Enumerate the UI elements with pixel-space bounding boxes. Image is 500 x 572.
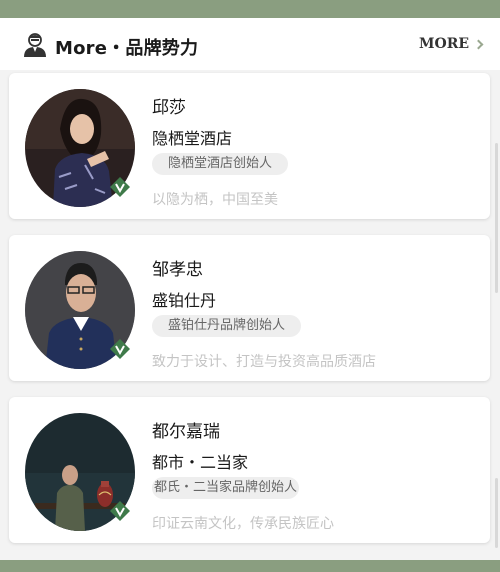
brand-card[interactable]: 邹孝忠 盛铂仕丹 盛铂仕丹品牌创始人 致力于设计、打造与投资高品质酒店 [9, 235, 490, 381]
company-name: 都市・二当家 [152, 453, 249, 472]
person-name: 邹孝忠 [152, 260, 203, 280]
verified-v-icon [109, 338, 131, 360]
brand-card[interactable]: 都尔嘉瑞 都市・二当家 都氏・二当家品牌创始人 印证云南文化，传承民族匠心 [9, 397, 490, 543]
scrollbar-lower[interactable] [495, 478, 498, 548]
section-header: More・品牌势力 MORE [0, 18, 500, 70]
scrollbar[interactable] [495, 143, 498, 293]
role-badge: 盛铂仕丹品牌创始人 [152, 315, 302, 337]
section-title: More・品牌势力 [55, 38, 199, 59]
user-icon [22, 32, 48, 58]
role-badge: 都氏・二当家品牌创始人 [152, 477, 300, 499]
person-name: 邱莎 [152, 98, 186, 118]
verified-v-icon [109, 500, 131, 522]
more-label: MORE [419, 36, 469, 52]
brand-card[interactable]: 邱莎 隐栖堂酒店 隐栖堂酒店创始人 以隐为栖，中国至美 [9, 73, 490, 219]
motto: 致力于设计、打造与投资高品质酒店 [152, 354, 376, 370]
role-badge: 隐栖堂酒店创始人 [152, 153, 289, 175]
person-name: 都尔嘉瑞 [152, 422, 220, 442]
chevron-right-icon [473, 39, 484, 49]
more-button[interactable]: MORE [419, 36, 484, 52]
motto: 以隐为栖，中国至美 [152, 192, 278, 208]
company-name: 隐栖堂酒店 [152, 129, 233, 148]
verified-v-icon [109, 176, 131, 198]
brand-power-panel: More・品牌势力 MORE 邱莎 隐栖堂酒店 隐栖堂酒店创始人 以隐为栖，中国… [0, 18, 500, 560]
company-name: 盛铂仕丹 [152, 291, 217, 310]
top-frame-band [0, 0, 500, 18]
motto: 印证云南文化，传承民族匠心 [152, 516, 334, 532]
bottom-frame-band [0, 560, 500, 572]
